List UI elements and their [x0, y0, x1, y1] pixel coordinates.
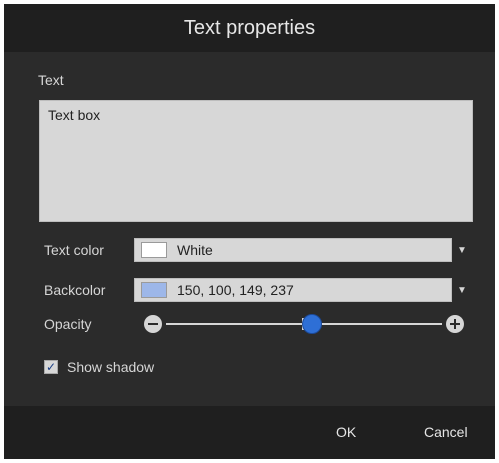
opacity-label: Opacity — [44, 316, 92, 332]
text-color-select[interactable]: White — [134, 238, 452, 262]
text-properties-dialog: Text properties Text Text color White ▼ … — [4, 4, 495, 459]
dialog-title: Text properties — [183, 16, 316, 39]
plus-icon[interactable] — [446, 315, 464, 333]
opacity-slider[interactable] — [144, 312, 464, 336]
backcolor-swatch — [141, 282, 167, 298]
backcolor-value: 150, 100, 149, 237 — [177, 282, 294, 298]
backcolor-label: Backcolor — [44, 282, 106, 298]
text-color-swatch — [141, 242, 167, 258]
dialog-title-bar: Text properties — [4, 4, 495, 52]
text-input[interactable] — [39, 100, 473, 222]
text-label: Text — [38, 72, 64, 88]
dialog-footer: OK Cancel — [4, 406, 495, 459]
minus-icon[interactable] — [144, 315, 162, 333]
text-color-label: Text color — [44, 242, 104, 258]
show-shadow-label[interactable]: Show shadow — [67, 359, 154, 375]
text-color-value: White — [177, 242, 213, 258]
backcolor-select[interactable]: 150, 100, 149, 237 — [134, 278, 452, 302]
cancel-button[interactable]: Cancel — [414, 418, 478, 446]
checkmark-icon: ✓ — [45, 360, 57, 374]
chevron-down-icon[interactable]: ▼ — [457, 238, 467, 262]
chevron-down-icon[interactable]: ▼ — [457, 278, 467, 302]
show-shadow-checkbox[interactable]: ✓ — [44, 360, 58, 374]
slider-thumb[interactable] — [302, 314, 323, 334]
ok-button[interactable]: OK — [326, 418, 366, 446]
